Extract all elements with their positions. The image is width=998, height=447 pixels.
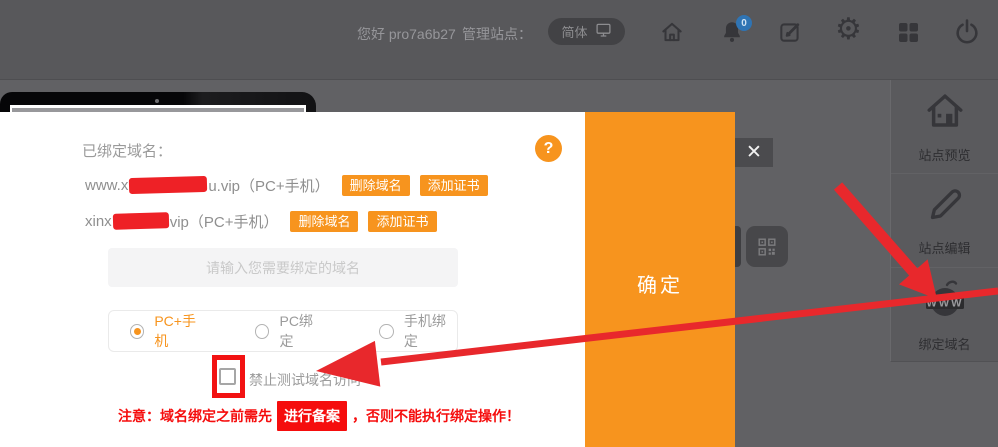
radio-dot [379, 324, 393, 339]
bound-domain-row: xinx vip（PC+手机） 删除域名 添加证书 [85, 208, 437, 234]
filing-badge[interactable]: 进行备案 [277, 401, 347, 431]
bound-domains-title: 已绑定域名： [82, 140, 172, 161]
delete-domain-button[interactable]: 删除域名 [290, 211, 358, 232]
domain-text-post: vip（PC+手机） [170, 211, 279, 232]
notification-count-badge: 0 [736, 15, 752, 31]
laptop-camera-dot [155, 99, 159, 103]
confirm-button-label: 确定 [585, 269, 735, 298]
power-icon[interactable] [953, 17, 981, 45]
record-filing-warning: 注意：域名绑定之前需先 进行备案 ，否则不能执行绑定操作！ [118, 403, 520, 429]
hidden-button-sliver [735, 226, 741, 267]
add-certificate-button[interactable]: 添加证书 [420, 175, 488, 196]
delete-domain-button[interactable]: 删除域名 [342, 175, 410, 196]
apps-grid-icon[interactable] [896, 20, 920, 44]
gear-icon[interactable]: ⚙ [835, 13, 862, 47]
sidebar-item-site-preview[interactable]: 站点预览 [891, 80, 998, 174]
radio-dot [255, 324, 269, 339]
sidebar-item-site-edit[interactable]: 站点编辑 [891, 174, 998, 268]
help-icon[interactable]: ? [535, 135, 562, 162]
add-certificate-button[interactable]: 添加证书 [368, 211, 436, 232]
language-toggle-button[interactable]: 简体 [548, 18, 625, 45]
monitor-icon [595, 22, 612, 41]
www-icon-text: WWW [926, 298, 963, 310]
radio-pc-and-mobile[interactable]: PC+手机 [130, 311, 207, 351]
manage-site-label: 管理站点： [462, 24, 532, 44]
red-scribble-redaction [112, 212, 168, 230]
pencil-icon [925, 185, 965, 230]
forbid-test-domain-checkbox[interactable] [219, 368, 236, 385]
domain-text-post: u.vip（PC+手机） [208, 175, 329, 196]
radio-pc-only[interactable]: PC绑定 [255, 311, 324, 351]
domain-input[interactable] [108, 248, 458, 287]
user-greeting: 您好 pro7a6b27 [357, 24, 456, 44]
language-label: 简体 [561, 22, 587, 41]
bind-domain-modal: ? 已绑定域名： www.x u.vip（PC+手机） 删除域名 添加证书 xi… [0, 112, 585, 447]
sidebar-item-bind-domain[interactable]: WWW 绑定域名 [891, 268, 998, 362]
qr-code-button[interactable] [746, 226, 788, 267]
sidebar-item-label: 站点编辑 [918, 238, 970, 257]
screen: 您好 pro7a6b27 管理站点： 简体 0 [0, 0, 998, 447]
confirm-button[interactable]: 确定 [585, 112, 735, 447]
right-sidebar: 站点预览 站点编辑 WWW 绑定域名 [890, 80, 998, 362]
bound-domain-row: www.x u.vip（PC+手机） 删除域名 添加证书 [85, 172, 488, 198]
edit-icon[interactable] [777, 19, 803, 45]
close-icon[interactable]: ✕ [735, 138, 773, 167]
home-icon[interactable] [659, 19, 685, 45]
checkbox-label: 禁止测试域名访问 [249, 370, 361, 390]
house-icon [923, 90, 967, 137]
qr-code-icon [756, 236, 778, 258]
domain-text-pre: www.x [85, 177, 128, 194]
domain-text-pre: xinx [85, 213, 112, 230]
radio-mobile-only[interactable]: 手机绑定 [379, 311, 457, 351]
sidebar-item-label: 站点预览 [918, 145, 970, 164]
radio-dot [130, 324, 144, 339]
www-globe-icon: WWW [920, 277, 970, 326]
sidebar-item-label: 绑定域名 [918, 334, 970, 353]
red-scribble-redaction [129, 176, 207, 194]
bind-mode-radio-group: PC+手机 PC绑定 手机绑定 [108, 310, 458, 352]
top-header-bar: 您好 pro7a6b27 管理站点： 简体 0 [0, 0, 998, 80]
